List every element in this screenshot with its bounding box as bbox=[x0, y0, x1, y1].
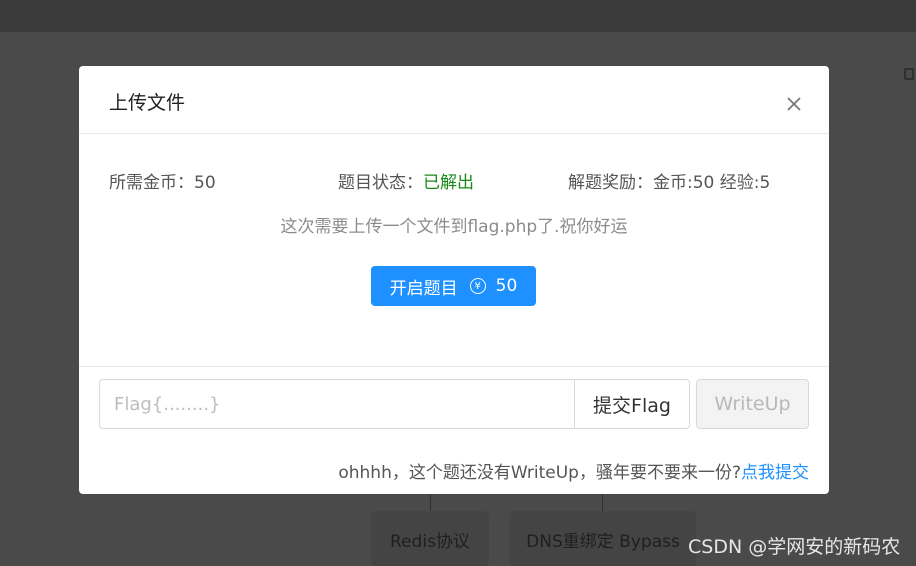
background-node-dns: DNS重绑定 Bypass bbox=[510, 511, 696, 566]
submit-writeup-link[interactable]: 点我提交 bbox=[741, 463, 809, 483]
required-coins-value: 50 bbox=[194, 173, 216, 193]
checkbox-icon bbox=[904, 68, 914, 80]
close-button[interactable] bbox=[779, 89, 809, 119]
open-button-cost: 50 bbox=[495, 276, 518, 296]
writeup-button: WriteUp bbox=[696, 379, 809, 429]
open-challenge-button[interactable]: 开启题目 ¥ 50 bbox=[371, 266, 536, 306]
close-icon bbox=[787, 97, 801, 111]
status-label: 题目状态： bbox=[338, 173, 423, 193]
status-badge: 已解出 bbox=[423, 173, 474, 193]
writeup-note-text: ohhhh，这个题还没有WriteUp，骚年要不要来一份? bbox=[338, 463, 741, 483]
yen-coin-icon: ¥ bbox=[469, 278, 486, 294]
watermark: CSDN @学网安的新码农 bbox=[688, 536, 901, 558]
upload-modal: 上传文件 所需金币：50 题目状态：已解出 解题奖励：金币:50 经验:5 这次… bbox=[79, 66, 829, 494]
connector-line bbox=[602, 494, 603, 512]
divider bbox=[79, 366, 829, 367]
modal-header: 上传文件 bbox=[79, 66, 829, 134]
connector-line bbox=[430, 494, 431, 512]
reward-value: 金币:50 经验:5 bbox=[653, 173, 771, 193]
required-coins-label: 所需金币： bbox=[109, 173, 194, 193]
challenge-reward: 解题奖励：金币:50 经验:5 bbox=[568, 168, 770, 193]
background-node-redis: Redis协议 bbox=[371, 511, 489, 566]
challenge-description: 这次需要上传一个文件到flag.php了.祝你好运 bbox=[280, 217, 628, 237]
modal-title: 上传文件 bbox=[109, 92, 186, 114]
page: Redis协议 DNS重绑定 Bypass 上传文件 所需金币：50 题目状态：… bbox=[0, 0, 916, 566]
writeup-note: ohhhh，这个题还没有WriteUp，骚年要不要来一份?点我提交 bbox=[338, 458, 809, 483]
open-button-label: 开启题目 bbox=[389, 278, 458, 299]
required-coins: 所需金币：50 bbox=[109, 168, 216, 193]
reward-label: 解题奖励： bbox=[568, 173, 653, 193]
challenge-status: 题目状态：已解出 bbox=[338, 168, 474, 193]
submit-flag-button[interactable]: 提交Flag bbox=[574, 379, 690, 429]
top-bar bbox=[0, 0, 916, 32]
flag-input[interactable] bbox=[99, 379, 575, 429]
